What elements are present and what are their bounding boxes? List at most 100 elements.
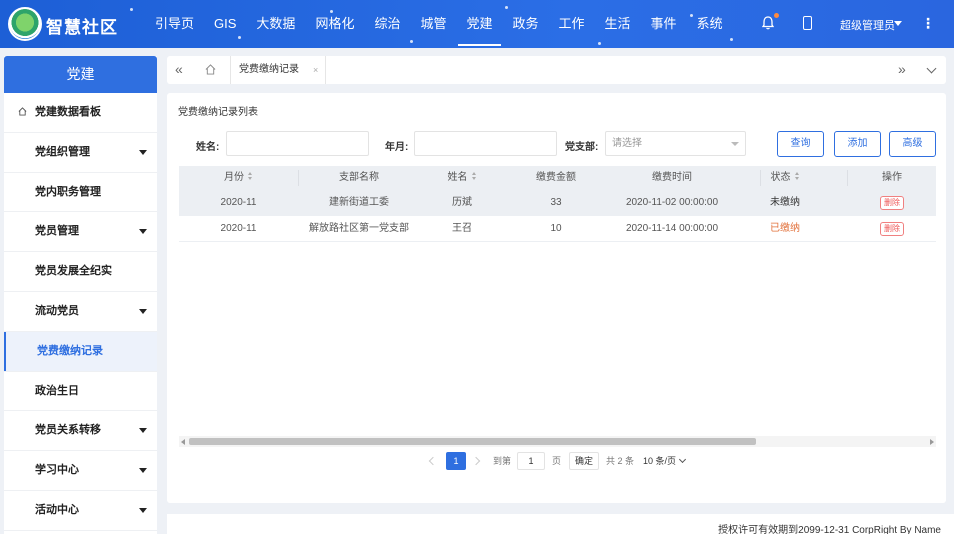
sidebar-item-transfer[interactable]: 党员关系转移 bbox=[4, 411, 157, 452]
sidebar-item-label: 党员关系转移 bbox=[35, 424, 101, 437]
nav-item-governance[interactable]: 综治 bbox=[364, 0, 410, 48]
tab-dues-records[interactable]: 党费缴纳记录 bbox=[231, 56, 326, 84]
prev-page-icon[interactable] bbox=[428, 456, 438, 466]
nav-item-bigdata[interactable]: 大数据 bbox=[246, 0, 305, 48]
mobile-icon[interactable] bbox=[803, 16, 812, 30]
sidebar-item-label: 政治生日 bbox=[35, 384, 79, 397]
month-input[interactable] bbox=[414, 131, 557, 156]
sidebar-header: 党建 bbox=[4, 56, 157, 93]
caret-down-icon bbox=[139, 308, 147, 314]
sidebar-item-development[interactable]: 党员发展全纪实 bbox=[4, 252, 157, 292]
user-name[interactable]: 超级管理员 bbox=[840, 17, 895, 33]
chevron-down-icon bbox=[678, 455, 687, 464]
cell-branch: 解放路社区第一党支部 bbox=[309, 223, 409, 234]
scrollbar-thumb[interactable] bbox=[189, 438, 756, 445]
horizontal-scrollbar[interactable] bbox=[179, 436, 936, 447]
sidebar-item-learning[interactable]: 学习中心 bbox=[4, 451, 157, 491]
cell-month: 2020-11 bbox=[220, 197, 257, 208]
sidebar-item-label: 党员管理 bbox=[35, 225, 79, 238]
sort-icon bbox=[471, 172, 477, 180]
column-label: 姓名 bbox=[447, 172, 468, 183]
table-header: 月份 支部名称 姓名 缴费金额 缴费时间 状态 操作 bbox=[179, 166, 936, 190]
status-badge: 已缴纳 bbox=[770, 223, 800, 234]
footer-text: 授权许可有效期到2099-12-31 CorpRight By Name bbox=[718, 525, 941, 534]
cell-name: 王召 bbox=[452, 223, 472, 234]
branch-label: 党支部: bbox=[565, 142, 599, 153]
nav-item-grid[interactable]: 网格化 bbox=[305, 0, 364, 48]
caret-down-icon bbox=[139, 149, 147, 155]
tab-label: 党费缴纳记录 bbox=[239, 64, 299, 75]
chevron-down-icon[interactable] bbox=[926, 63, 937, 74]
cell-time: 2020-11-02 00:00:00 bbox=[625, 197, 719, 208]
logo-icon bbox=[8, 7, 42, 41]
nav-item-system[interactable]: 系统 bbox=[687, 0, 733, 48]
nav-item-gis[interactable]: GIS bbox=[204, 0, 246, 48]
name-input[interactable] bbox=[226, 131, 369, 156]
more-vertical-icon[interactable]: ⋮ bbox=[921, 15, 935, 32]
column-header-status[interactable]: 状态 bbox=[737, 166, 833, 190]
double-chevron-right-icon[interactable]: » bbox=[898, 61, 906, 77]
snow-dot bbox=[130, 8, 133, 11]
table-row[interactable]: 2020-11 建新街道工委 历斌 33 2020-11-02 00:00:00… bbox=[179, 190, 936, 216]
nav-item-work[interactable]: 工作 bbox=[549, 0, 595, 48]
cell-time: 2020-11-14 00:00:00 bbox=[625, 223, 719, 234]
sidebar-item-label: 党建数据看板 bbox=[35, 106, 101, 118]
sidebar-item-label: 党内职务管理 bbox=[35, 185, 101, 198]
total-count: 共 2 条 bbox=[606, 456, 635, 466]
caret-down-icon bbox=[139, 229, 147, 235]
caret-down-icon bbox=[139, 428, 147, 434]
delete-button[interactable]: 删除 bbox=[880, 196, 904, 210]
add-button[interactable]: 添加 bbox=[834, 131, 881, 157]
delete-button[interactable]: 删除 bbox=[880, 222, 904, 236]
query-button[interactable]: 查询 bbox=[777, 131, 824, 157]
table-row[interactable]: 2020-11 解放路社区第一党支部 王召 10 2020-11-14 00:0… bbox=[179, 216, 936, 242]
sidebar-item-label: 活动中心 bbox=[35, 503, 79, 516]
page-number-current[interactable]: 1 bbox=[446, 452, 466, 470]
nav-item-guide[interactable]: 引导页 bbox=[145, 0, 204, 48]
sidebar-item-label: 党组织管理 bbox=[35, 145, 90, 158]
sidebar-item-birthday[interactable]: 政治生日 bbox=[4, 372, 157, 412]
nav-item-events[interactable]: 事件 bbox=[641, 0, 687, 48]
nav-item-party[interactable]: 党建 bbox=[456, 0, 502, 48]
column-header-month[interactable]: 月份 bbox=[179, 166, 298, 190]
branch-select[interactable]: 请选择 bbox=[605, 131, 746, 156]
column-label: 状态 bbox=[770, 172, 791, 183]
close-icon[interactable]: × bbox=[313, 56, 318, 84]
goto-confirm-button[interactable]: 确定 bbox=[569, 452, 599, 470]
nav-item-urban[interactable]: 城管 bbox=[410, 0, 456, 48]
cell-name: 历斌 bbox=[452, 197, 472, 208]
sidebar-item-duty[interactable]: 党内职务管理 bbox=[4, 173, 157, 213]
column-header-action: 操作 bbox=[882, 172, 902, 183]
scroll-left-icon[interactable] bbox=[181, 439, 185, 445]
home-icon bbox=[18, 107, 27, 116]
sidebar-item-floating[interactable]: 流动党员 bbox=[4, 292, 157, 332]
column-header-name[interactable]: 姓名 bbox=[419, 166, 505, 190]
cell-branch: 建新街道工委 bbox=[329, 197, 389, 208]
sidebar-item-dashboard[interactable]: 党建数据看板 bbox=[4, 93, 157, 133]
nav-item-life[interactable]: 生活 bbox=[595, 0, 641, 48]
caret-down-icon bbox=[139, 468, 147, 474]
cell-month: 2020-11 bbox=[220, 223, 257, 234]
sidebar-item-members[interactable]: 党员管理 bbox=[4, 212, 157, 253]
cell-amount: 10 bbox=[550, 223, 562, 234]
scroll-right-icon[interactable] bbox=[930, 439, 934, 445]
sidebar-item-label: 党费缴纳记录 bbox=[37, 344, 103, 357]
advanced-button[interactable]: 高级 bbox=[889, 131, 936, 157]
double-chevron-left-icon[interactable]: « bbox=[175, 61, 183, 77]
goto-page-input[interactable]: 1 bbox=[517, 452, 545, 470]
goto-label: 到第 bbox=[493, 456, 512, 466]
sidebar-item-activity[interactable]: 活动中心 bbox=[4, 491, 157, 531]
status-badge: 未缴纳 bbox=[770, 197, 800, 208]
column-header-time: 缴费时间 bbox=[652, 172, 692, 183]
sidebar-item-label: 党员发展全纪实 bbox=[35, 265, 112, 278]
home-icon[interactable] bbox=[205, 64, 216, 75]
sidebar-item-dues[interactable]: 党费缴纳记录 bbox=[4, 331, 157, 372]
page-size-select[interactable]: 10 条/页 bbox=[643, 452, 687, 470]
next-page-icon[interactable] bbox=[471, 456, 481, 466]
caret-down-icon[interactable] bbox=[894, 21, 902, 26]
nav-item-affairs[interactable]: 政务 bbox=[503, 0, 549, 48]
sidebar-item-org[interactable]: 党组织管理 bbox=[4, 133, 157, 173]
top-navbar: 智慧社区 引导页 GIS 大数据 网格化 综治 城管 党建 政务 工作 生活 事… bbox=[0, 0, 954, 48]
column-label: 月份 bbox=[224, 172, 244, 183]
bell-icon[interactable] bbox=[761, 13, 779, 30]
